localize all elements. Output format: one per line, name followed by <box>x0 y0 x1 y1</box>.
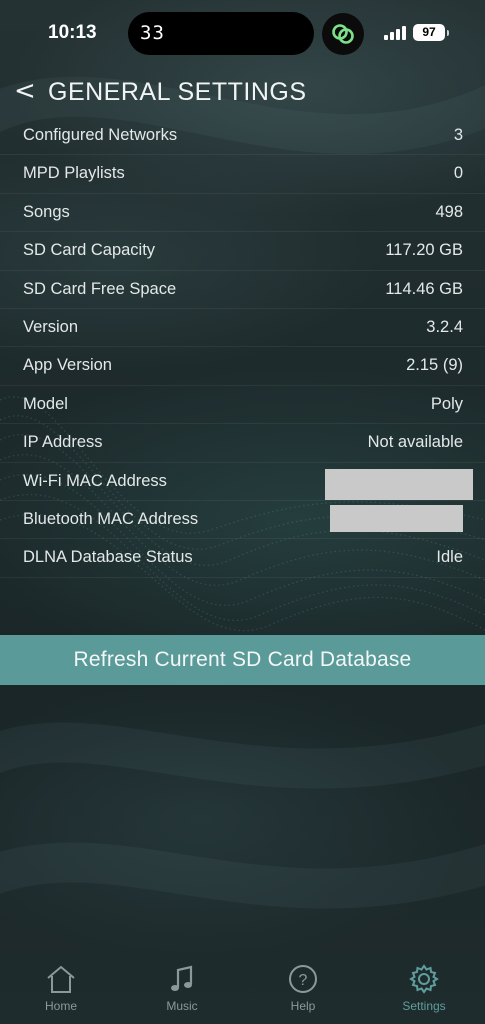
island-timer-text: 33 <box>140 22 165 44</box>
refresh-button-label: Refresh Current SD Card Database <box>73 648 412 671</box>
tab-home[interactable]: Home <box>16 963 106 1018</box>
status-bar: 10:13 33 97 <box>0 0 485 64</box>
setting-row-songs: Songs 498 <box>0 194 485 233</box>
setting-label: Songs <box>23 202 70 221</box>
settings-list: Configured Networks 3 MPD Playlists 0 So… <box>0 117 485 578</box>
status-time: 10:13 <box>48 22 97 43</box>
setting-value: 117.20 GB <box>385 241 463 260</box>
tab-label: Help <box>290 999 316 1013</box>
setting-label: MPD Playlists <box>23 164 125 183</box>
redacted-value-box <box>325 468 473 500</box>
setting-value: 0 <box>453 164 463 183</box>
setting-value: 114.46 GB <box>385 279 463 298</box>
home-icon <box>47 965 75 993</box>
setting-label: Configured Networks <box>23 126 178 144</box>
setting-row-dlna-status: DLNA Database Status Idle <box>0 539 485 578</box>
setting-row-ip-address: IP Address Not available <box>0 424 485 463</box>
setting-value: 3.2.4 <box>426 317 463 336</box>
svg-text:?: ? <box>299 972 308 989</box>
setting-row-bluetooth-mac: Bluetooth MAC Address <box>0 501 485 540</box>
setting-label: Model <box>23 394 68 413</box>
gear-icon <box>409 964 439 994</box>
tab-label: Settings <box>402 999 446 1013</box>
setting-value: Idle <box>436 548 463 567</box>
tab-bar: Home Music ? Help Settings <box>0 955 485 1024</box>
setting-label: SD Card Free Space <box>23 279 177 298</box>
island-app-icon <box>322 13 364 55</box>
help-icon: ? <box>289 965 317 993</box>
setting-label: Wi-Fi MAC Address <box>23 471 167 490</box>
setting-value: 3 <box>453 126 463 144</box>
tab-settings[interactable]: Settings <box>379 963 469 1018</box>
tab-label: Home <box>44 999 77 1013</box>
setting-label: Version <box>23 317 79 336</box>
setting-label: Bluetooth MAC Address <box>23 509 199 528</box>
back-chevron-icon[interactable]: < <box>14 76 36 106</box>
setting-value: 498 <box>435 202 463 221</box>
setting-row-mpd-playlists: MPD Playlists 0 <box>0 155 485 194</box>
tab-label: Music <box>166 999 198 1013</box>
header: < GENERAL SETTINGS <box>0 72 485 112</box>
setting-value: Not available <box>367 433 463 452</box>
setting-row-configured-networks: Configured Networks 3 <box>0 117 485 156</box>
setting-value: 2.15 (9) <box>406 356 463 375</box>
refresh-database-button[interactable]: Refresh Current SD Card Database <box>0 635 485 685</box>
battery-icon: 97 <box>413 24 449 41</box>
setting-label: DLNA Database Status <box>23 548 193 567</box>
tab-music[interactable]: Music <box>137 963 227 1018</box>
setting-row-model: Model Poly <box>0 386 485 425</box>
redacted-value-box <box>330 504 463 532</box>
setting-row-wifi-mac: Wi-Fi MAC Address <box>0 463 485 501</box>
music-note-icon <box>171 965 193 991</box>
setting-row-sd-card-free-space: SD Card Free Space 114.46 GB <box>0 271 485 309</box>
dynamic-island: 33 <box>128 12 314 55</box>
setting-label: App Version <box>23 356 112 375</box>
tab-help[interactable]: ? Help <box>258 963 348 1018</box>
setting-row-sd-card-capacity: SD Card Capacity 117.20 GB <box>0 232 485 271</box>
page-title: GENERAL SETTINGS <box>48 78 307 106</box>
setting-label: SD Card Capacity <box>23 241 156 260</box>
cellular-signal-icon <box>384 26 408 40</box>
setting-row-app-version: App Version 2.15 (9) <box>0 347 485 386</box>
setting-row-version: Version 3.2.4 <box>0 309 485 348</box>
setting-value: Poly <box>430 394 463 413</box>
setting-label: IP Address <box>23 433 103 452</box>
